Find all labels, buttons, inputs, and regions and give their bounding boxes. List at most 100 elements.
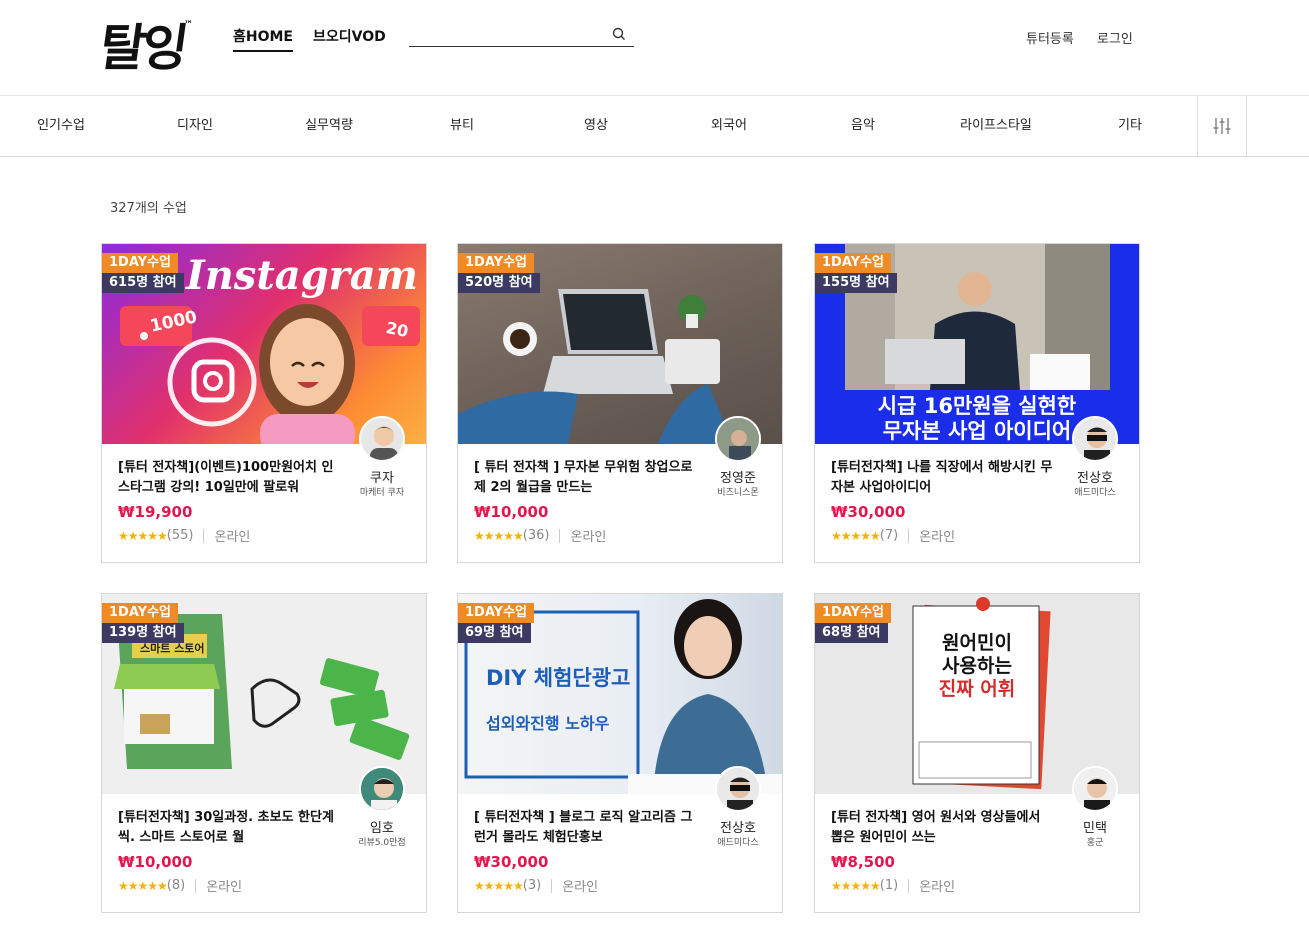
category-lifestyle[interactable]: 라이프스타일 — [960, 96, 1032, 156]
badge-1day: 1DAY수업 — [458, 603, 534, 623]
category-beauty[interactable]: 뷰티 — [450, 96, 474, 156]
category-etc[interactable]: 기타 — [1118, 96, 1142, 156]
badge-1day: 1DAY수업 — [102, 253, 178, 273]
filter-sliders-icon — [1213, 118, 1231, 134]
badge-1day: 1DAY수업 — [815, 603, 891, 623]
tutor-subtitle: 리뷰5.0만점 — [358, 838, 406, 848]
top-header: 탈잉 ™ 홈HOME 브오디VOD 튜터등록 로그인 — [0, 0, 1309, 96]
review-count: (55) — [166, 528, 194, 543]
review-count: (3) — [522, 878, 542, 893]
badge-1day: 1DAY수업 — [102, 603, 178, 623]
course-meta: ★★★★★ (1) 온라인 — [831, 876, 955, 895]
course-card[interactable]: 원어민이 사용하는 진짜 어휘 1DAY수업 68명 참여 민택 홍군 [튜터 … — [814, 593, 1140, 913]
course-title[interactable]: [ 튜터전자책 ] 블로그 로직 알고리즘 그런거 몰라도 체험단홍보 — [474, 808, 696, 848]
badge-participants: 615명 참여 — [102, 273, 184, 293]
search-input[interactable] — [409, 23, 604, 46]
badge-participants: 520명 참여 — [458, 273, 540, 293]
thumb-headline-1: DIY 체험단광고 — [486, 666, 631, 690]
tutor-subtitle: 홍군 — [1086, 838, 1104, 848]
search-icon[interactable] — [612, 27, 626, 41]
course-price: ₩30,000 — [831, 503, 906, 521]
course-meta: ★★★★★ (55) 온라인 — [118, 526, 250, 545]
course-thumbnail[interactable]: 시급 16만원을 실현한 무자본 사업 아이디어 1DAY수업 155명 참여 — [815, 244, 1139, 444]
tutor-register-link[interactable]: 튜터등록 — [1026, 28, 1074, 47]
course-title[interactable]: [튜터 전자책] 영어 원서와 영상들에서 뽑은 원어민이 쓰는 — [831, 808, 1053, 848]
tutor-name: 민택 — [1083, 821, 1107, 836]
nav-home-link[interactable]: 홈HOME — [233, 26, 293, 52]
course-count: 327개의 수업 — [110, 201, 187, 216]
badge-participants: 155명 참여 — [815, 273, 897, 293]
course-title[interactable]: [튜터전자책] 30일과정. 초보도 한단계씩. 스마트 스토어로 월 — [118, 808, 340, 848]
thumb-headline-1: 시급 16만원을 실현한 — [877, 394, 1077, 418]
category-video[interactable]: 영상 — [584, 96, 608, 156]
site-logo[interactable]: 탈잉 — [96, 18, 188, 78]
meta-divider — [195, 878, 197, 893]
rating-stars: ★★★★★ — [831, 878, 881, 893]
course-mode: 온라인 — [562, 880, 599, 895]
course-card[interactable]: 스마트 스토어 1DAY수업 139명 참여 임호 리뷰5.0만점 [튜터전자책… — [101, 593, 427, 913]
meta-divider — [908, 528, 910, 543]
review-count: (1) — [879, 878, 899, 893]
filter-button[interactable] — [1197, 96, 1247, 156]
login-link[interactable]: 로그인 — [1097, 28, 1133, 47]
review-count: (7) — [879, 528, 899, 543]
category-language[interactable]: 외국어 — [711, 96, 747, 156]
course-thumbnail[interactable]: 1DAY수업 520명 참여 — [458, 244, 782, 444]
category-popular[interactable]: 인기수업 — [37, 96, 85, 156]
rating-stars: ★★★★★ — [118, 528, 168, 543]
tutor-subtitle: 마케터 쿠자 — [359, 488, 405, 498]
course-price: ₩10,000 — [118, 853, 193, 871]
course-title[interactable]: [ 튜터 전자책 ] 무자본 무위험 창업으로 제 2의 월급을 만드는 — [474, 458, 696, 498]
thumb-title: Instagram — [186, 252, 418, 299]
avatar[interactable] — [359, 766, 405, 812]
badge-1day: 1DAY수업 — [458, 253, 534, 273]
avatar[interactable] — [715, 766, 761, 812]
avatar[interactable] — [715, 416, 761, 462]
meta-divider — [559, 528, 561, 543]
tutor-name: 쿠자 — [370, 471, 394, 486]
course-thumbnail[interactable]: Instagram 1000 20 1DAY수업 615명 참여 — [102, 244, 426, 444]
course-price: ₩8,500 — [831, 853, 895, 871]
course-title[interactable]: [튜터전자책] 나를 직장에서 해방시킨 무자본 사업아이디어 — [831, 458, 1053, 498]
meta-divider — [908, 878, 910, 893]
course-mode: 온라인 — [919, 530, 956, 545]
category-work-skills[interactable]: 실무역량 — [305, 96, 353, 156]
course-meta: ★★★★★ (7) 온라인 — [831, 526, 955, 545]
category-design[interactable]: 디자인 — [177, 96, 213, 156]
rating-stars: ★★★★★ — [474, 878, 524, 893]
badge-participants: 68명 참여 — [815, 623, 888, 643]
course-mode: 온라인 — [570, 530, 607, 545]
tutor-name: 임호 — [370, 821, 394, 836]
course-meta: ★★★★★ (36) 온라인 — [474, 526, 606, 545]
thumb-headline-2: 섭외와진행 노하우 — [486, 714, 610, 733]
badge-participants: 69명 참여 — [458, 623, 531, 643]
meta-divider — [551, 878, 553, 893]
thumb-book-line-1: 원어민이 — [942, 632, 1012, 654]
thumb-book-line-3: 진짜 어휘 — [938, 678, 1016, 700]
review-count: (36) — [522, 528, 550, 543]
avatar[interactable] — [1072, 766, 1118, 812]
tutor-subtitle: 비즈니스몬 — [717, 488, 759, 498]
avatar[interactable] — [1072, 416, 1118, 462]
course-card[interactable]: DIY 체험단광고 섭외와진행 노하우 1DAY수업 69명 참여 전상호 애드… — [457, 593, 783, 913]
category-music[interactable]: 음악 — [851, 96, 875, 156]
avatar[interactable] — [359, 416, 405, 462]
badge-participants: 139명 참여 — [102, 623, 184, 643]
meta-divider — [203, 528, 205, 543]
tutor-name: 전상호 — [720, 821, 756, 836]
course-title[interactable]: [튜터 전자책](이벤트)100만원어치 인스타그램 강의! 10일만에 팔로워 — [118, 458, 340, 498]
badge-1day: 1DAY수업 — [815, 253, 891, 273]
nav-vod-link[interactable]: 브오디VOD — [313, 26, 386, 46]
course-card[interactable]: Instagram 1000 20 1DAY수업 615명 참여 쿠자 마케터 … — [101, 243, 427, 563]
course-thumbnail[interactable]: 스마트 스토어 1DAY수업 139명 참여 — [102, 594, 426, 794]
course-card[interactable]: 시급 16만원을 실현한 무자본 사업 아이디어 1DAY수업 155명 참여 … — [814, 243, 1140, 563]
tutor-name: 전상호 — [1077, 471, 1113, 486]
course-price: ₩30,000 — [474, 853, 549, 871]
course-thumbnail[interactable]: DIY 체험단광고 섭외와진행 노하우 1DAY수업 69명 참여 — [458, 594, 782, 794]
trademark-mark: ™ — [184, 20, 193, 30]
course-card[interactable]: 1DAY수업 520명 참여 정영준 비즈니스몬 [ 튜터 전자책 ] 무자본 … — [457, 243, 783, 563]
search-bar — [409, 23, 634, 47]
course-thumbnail[interactable]: 원어민이 사용하는 진짜 어휘 1DAY수업 68명 참여 — [815, 594, 1139, 794]
tutor-subtitle: 애드미다스 — [717, 838, 759, 848]
course-meta: ★★★★★ (3) 온라인 — [474, 876, 598, 895]
